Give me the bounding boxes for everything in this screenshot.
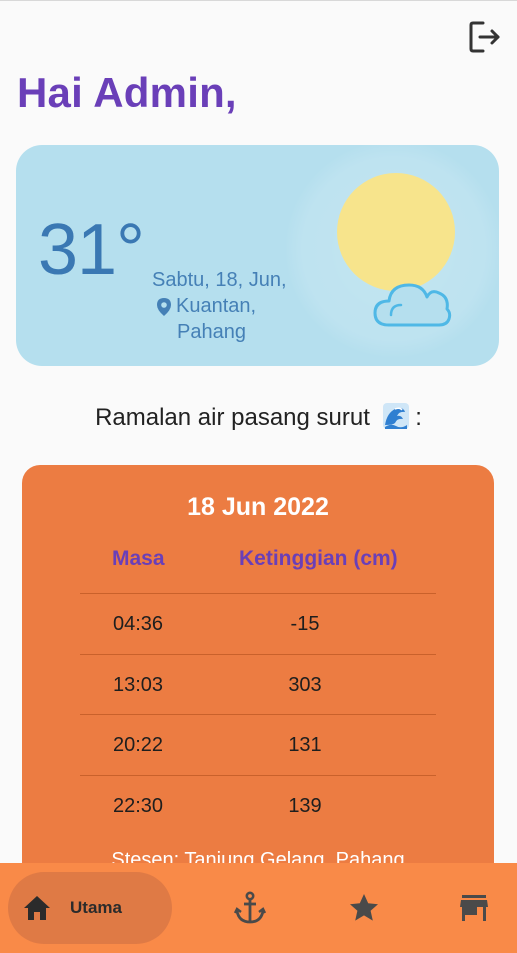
nav-item-anchor[interactable] [222, 863, 278, 953]
app-screen: Hai Admin, 31° Sabtu, 18, Jun, Kuantan, … [0, 0, 517, 953]
nav-item-home[interactable]: Utama [8, 872, 172, 944]
logout-button[interactable] [467, 19, 503, 55]
anchor-icon [234, 891, 266, 924]
row-height: 139 [288, 795, 322, 817]
weather-card: 31° Sabtu, 18, Jun, Kuantan, Pahang [16, 145, 499, 366]
tide-date: 18 Jun 2022 [187, 493, 329, 521]
greeting-title: Hai Admin, [17, 69, 237, 116]
location-state: Pahang [177, 321, 246, 343]
weather-date: Sabtu, 18, Jun, [152, 269, 287, 291]
wave-emoji-icon [382, 403, 409, 429]
row-height: 303 [288, 674, 322, 696]
temperature: 31° [38, 210, 145, 290]
cloud-icon [373, 283, 452, 327]
sun-icon [337, 173, 455, 291]
row-height: -15 [290, 613, 320, 635]
nav-item-home-label: Utama [70, 898, 122, 917]
location-city: Kuantan, [176, 295, 257, 317]
row-time: 13:03 [113, 674, 164, 696]
forecast-heading: Ramalan air pasang surut : [0, 403, 517, 432]
location-line: Kuantan, [156, 295, 256, 318]
store-icon [460, 895, 488, 921]
bottom-navigation: Utama [0, 863, 517, 953]
home-icon [24, 896, 50, 920]
table-row: 04:36 -15 [80, 593, 436, 654]
location-pin-icon [157, 297, 171, 316]
logout-icon [469, 21, 500, 53]
column-header-height: Ketinggian (cm) [239, 547, 398, 570]
star-icon [350, 894, 378, 921]
forecast-title-suffix: : [415, 404, 422, 431]
row-time: 04:36 [113, 613, 164, 635]
row-time: 22:30 [113, 795, 164, 817]
column-header-time: Masa [112, 547, 165, 570]
row-height: 131 [288, 734, 322, 756]
forecast-title-text: Ramalan air pasang surut [95, 404, 370, 431]
table-row: 22:30 139 [80, 775, 436, 836]
row-time: 20:22 [113, 734, 164, 756]
nav-item-store[interactable] [446, 863, 502, 953]
tide-card: 18 Jun 2022 Masa Ketinggian (cm) 04:36 -… [22, 465, 494, 885]
table-row: 13:03 303 [80, 654, 436, 715]
nav-item-favorites[interactable] [336, 863, 392, 953]
table-row: 20:22 131 [80, 714, 436, 775]
